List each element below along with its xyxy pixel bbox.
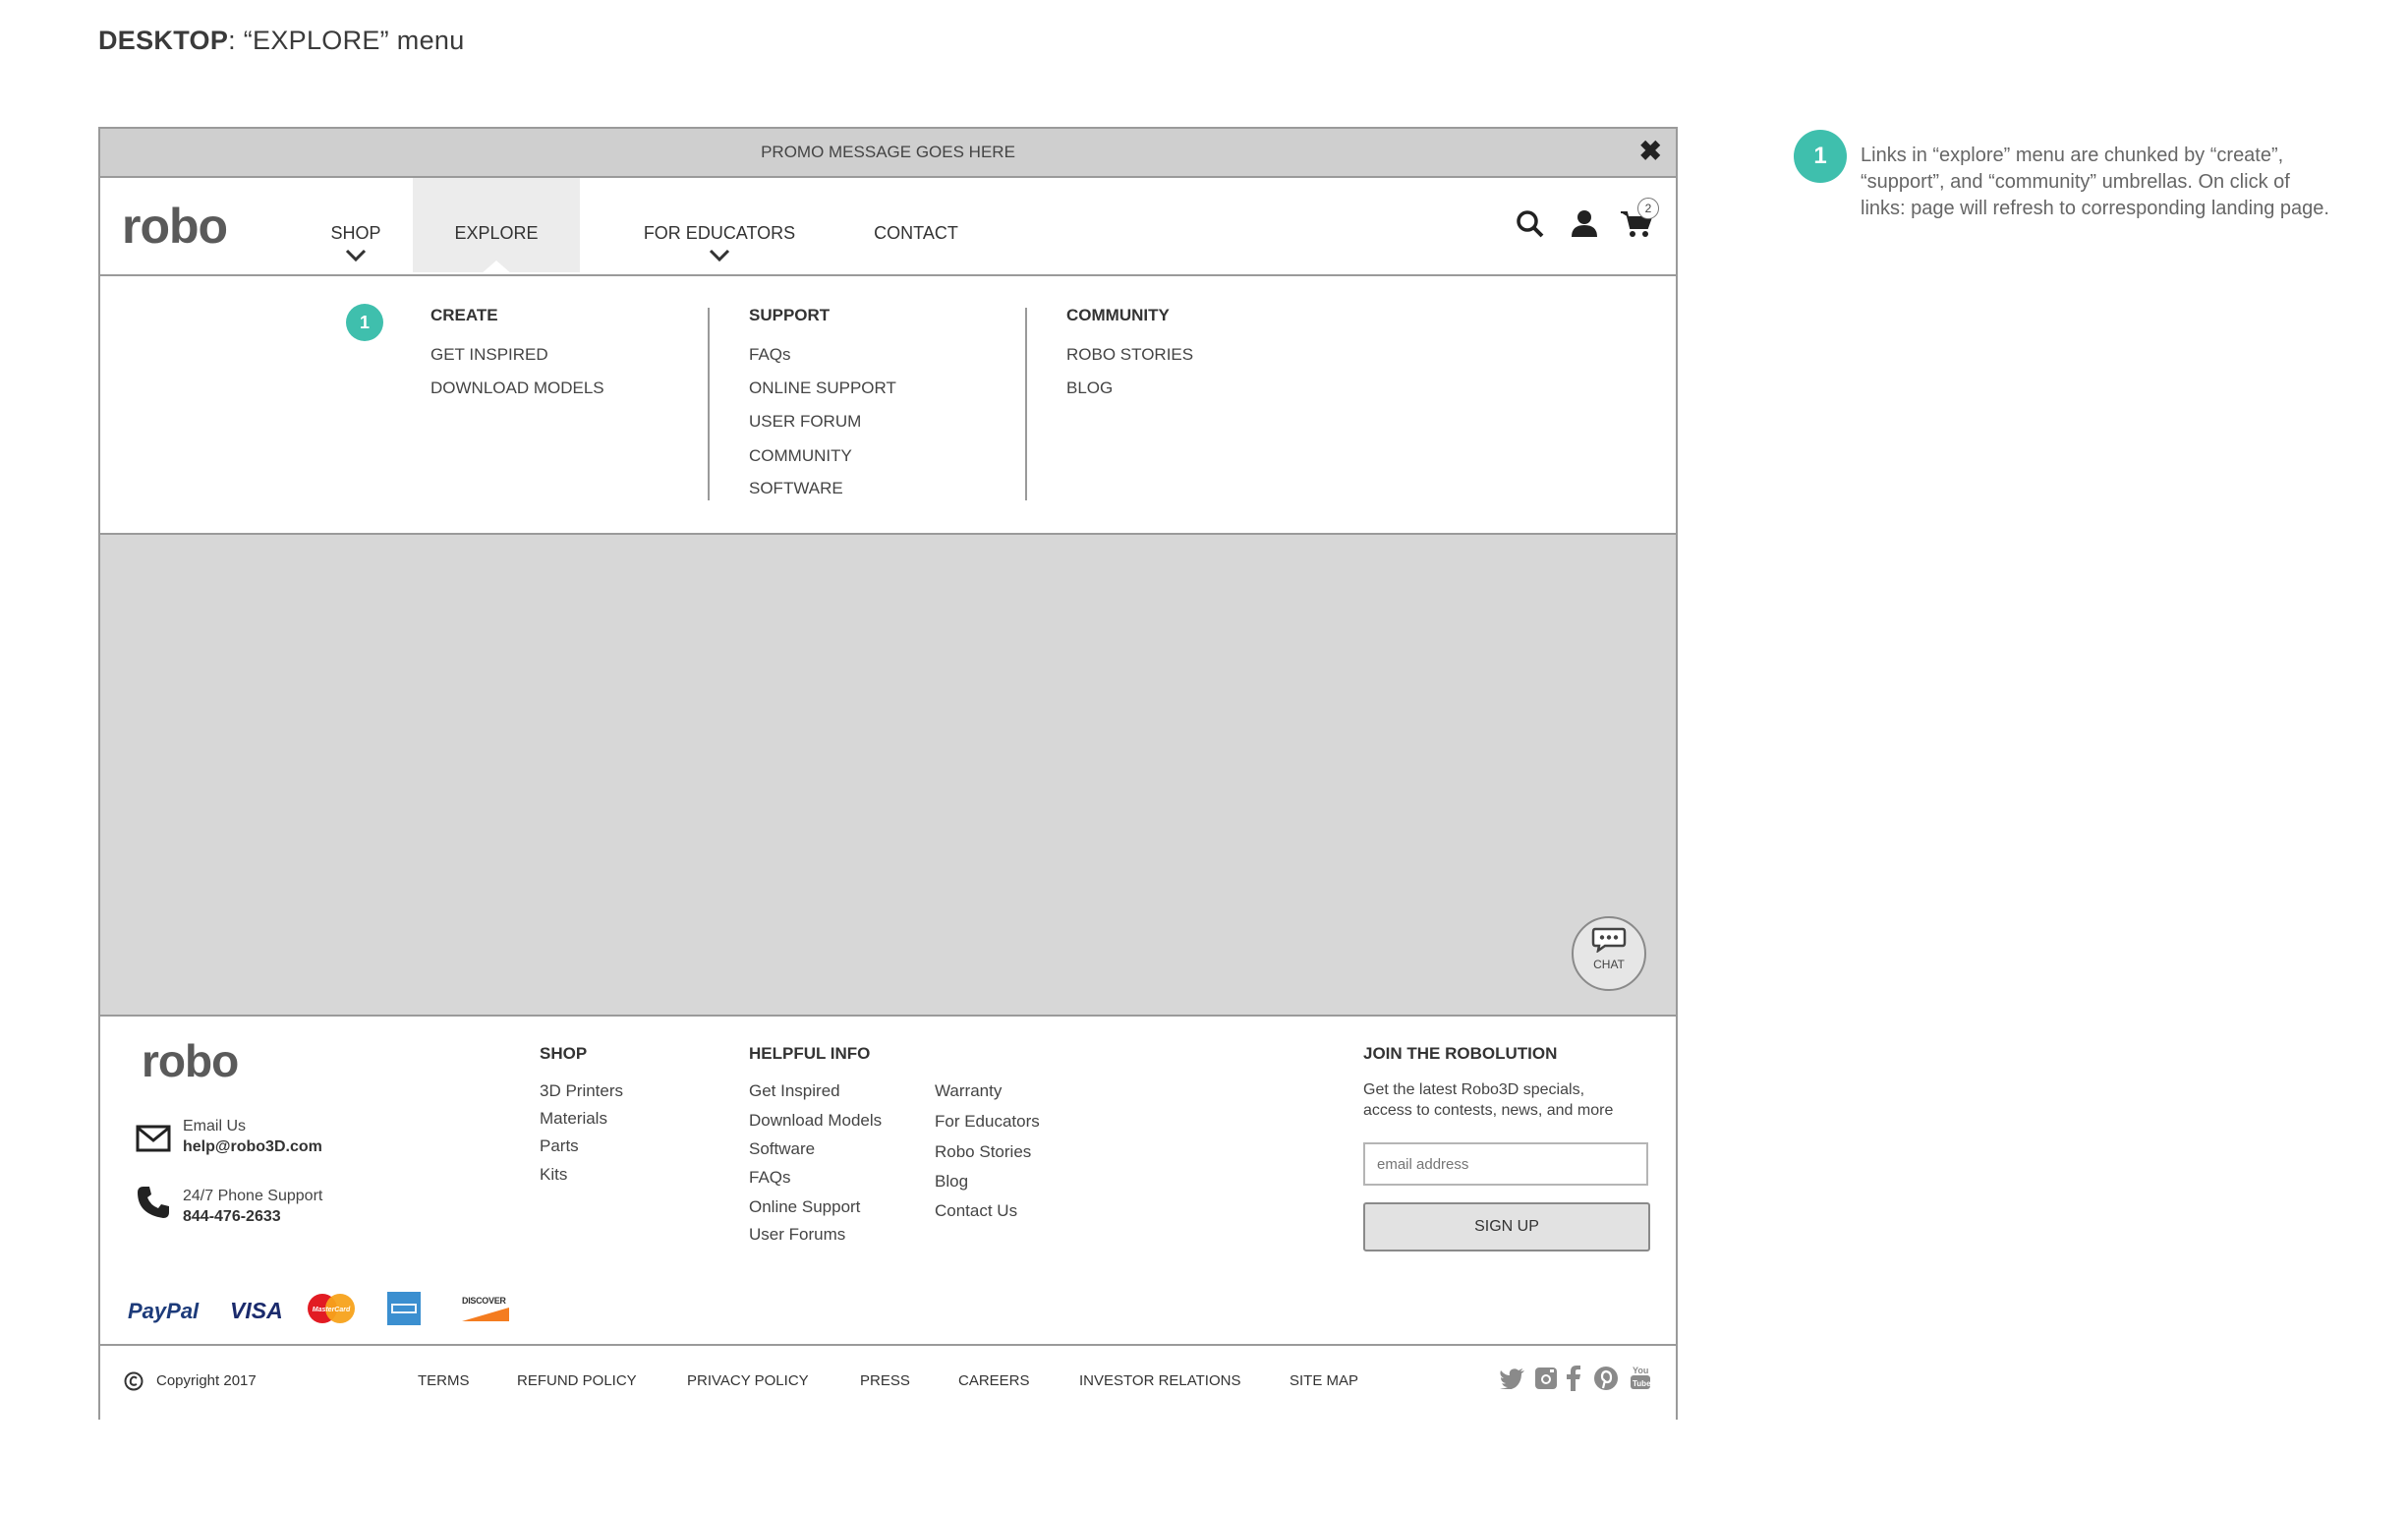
footer-link-kits[interactable]: Kits xyxy=(540,1165,567,1185)
close-icon[interactable]: ✖ xyxy=(1639,137,1662,166)
visa-logo: VISA xyxy=(230,1298,283,1323)
footer-heading-join: JOIN THE ROBOLUTION xyxy=(1363,1044,1558,1063)
youtube-icon[interactable]: You Tube xyxy=(1630,1364,1651,1396)
newsletter-email-input[interactable] xyxy=(1363,1142,1648,1186)
svg-text:You: You xyxy=(1633,1366,1648,1375)
menu-link-robo-stories[interactable]: ROBO STORIES xyxy=(1066,345,1193,365)
user-icon[interactable] xyxy=(1571,208,1598,243)
mail-icon xyxy=(136,1125,171,1157)
signup-button[interactable]: SIGN UP xyxy=(1363,1202,1650,1251)
footer-link-for-educators[interactable]: For Educators xyxy=(935,1112,1040,1132)
nav-shop[interactable]: SHOP xyxy=(302,178,410,272)
footer-link-faqs[interactable]: FAQs xyxy=(749,1168,791,1188)
chevron-down-icon xyxy=(302,247,410,267)
nav-explore-label: EXPLORE xyxy=(454,223,539,243)
menu-link-software[interactable]: SOFTWARE xyxy=(749,479,843,498)
wireframe-frame: PROMO MESSAGE GOES HERE ✖ robo SHOP EXPL… xyxy=(98,127,1678,1420)
copyright-text: Copyright 2017 xyxy=(156,1372,257,1389)
footer-link-3d-printers[interactable]: 3D Printers xyxy=(540,1081,623,1101)
promo-bar: PROMO MESSAGE GOES HERE ✖ xyxy=(100,129,1676,178)
mastercard-logo: MasterCard xyxy=(306,1293,357,1324)
bottom-link-privacy-policy[interactable]: PRIVACY POLICY xyxy=(687,1372,809,1389)
bottom-link-terms[interactable]: TERMS xyxy=(418,1372,470,1389)
logo[interactable]: robo xyxy=(122,198,228,255)
nav-contact[interactable]: CONTACT xyxy=(852,178,980,272)
phone-link[interactable]: 844-476-2633 xyxy=(183,1208,281,1226)
site-header: robo SHOP EXPLORE FOR EDUCATORS CONTACT xyxy=(100,178,1676,276)
email-link[interactable]: help@robo3D.com xyxy=(183,1138,322,1156)
footer-logo[interactable]: robo xyxy=(142,1034,239,1087)
menu-heading-create: CREATE xyxy=(430,306,498,324)
menu-link-blog[interactable]: BLOG xyxy=(1066,378,1113,398)
join-text-line2: access to contests, news, and more xyxy=(1363,1102,1614,1119)
mastercard-text: MasterCard xyxy=(313,1307,351,1313)
paypal-logo: PayPal xyxy=(128,1299,200,1323)
bottom-link-press[interactable]: PRESS xyxy=(860,1372,910,1389)
menu-link-faqs[interactable]: FAQs xyxy=(749,345,791,365)
footer-link-software[interactable]: Software xyxy=(749,1139,815,1159)
footer-link-download-models[interactable]: Download Models xyxy=(749,1111,882,1131)
menu-link-user-forum[interactable]: USER FORUM xyxy=(749,412,861,432)
menu-link-community[interactable]: COMMUNITY xyxy=(749,446,852,466)
nav-shop-label: SHOP xyxy=(330,223,381,243)
bottom-link-site-map[interactable]: SITE MAP xyxy=(1290,1372,1358,1389)
discover-text: DISCOVER xyxy=(462,1296,506,1306)
menu-link-online-support[interactable]: ONLINE SUPPORT xyxy=(749,378,896,398)
menu-link-get-inspired[interactable]: GET INSPIRED xyxy=(430,345,548,365)
bottom-link-refund-policy[interactable]: REFUND POLICY xyxy=(517,1372,637,1389)
footer-link-contact-us[interactable]: Contact Us xyxy=(935,1201,1017,1221)
bottom-link-careers[interactable]: CAREERS xyxy=(958,1372,1030,1389)
search-icon[interactable] xyxy=(1516,209,1545,244)
explore-mega-menu: 1 CREATE GET INSPIRED DOWNLOAD MODELS SU… xyxy=(100,276,1676,535)
instagram-icon[interactable] xyxy=(1534,1367,1558,1395)
annotation-note-text: Links in “explore” menu are chunked by “… xyxy=(1861,145,2329,219)
annotation-badge: 1 xyxy=(346,304,383,341)
svg-text:Tube: Tube xyxy=(1633,1379,1651,1388)
hero-placeholder: CHAT xyxy=(100,535,1676,1017)
nav-explore[interactable]: EXPLORE xyxy=(413,178,580,274)
cart-count-badge: 2 xyxy=(1637,198,1659,219)
chat-button[interactable]: CHAT xyxy=(1572,916,1646,991)
footer-link-robo-stories[interactable]: Robo Stories xyxy=(935,1142,1031,1162)
copyright-icon xyxy=(124,1371,143,1396)
chat-bubble-icon xyxy=(1574,927,1644,958)
menu-heading-support: SUPPORT xyxy=(749,306,831,324)
site-footer: robo Email Us help@robo3D.com 24/7 Phone… xyxy=(100,1017,1676,1420)
footer-link-get-inspired[interactable]: Get Inspired xyxy=(749,1081,840,1101)
column-divider xyxy=(708,308,710,500)
email-label: Email Us xyxy=(183,1118,247,1135)
footer-link-materials[interactable]: Materials xyxy=(540,1109,607,1129)
footer-link-blog[interactable]: Blog xyxy=(935,1172,968,1192)
menu-heading-community: COMMUNITY xyxy=(1066,306,1170,324)
menu-link-download-models[interactable]: DOWNLOAD MODELS xyxy=(430,378,604,398)
chat-label: CHAT xyxy=(1593,958,1625,971)
twitter-icon[interactable] xyxy=(1500,1368,1525,1394)
join-text-line1: Get the latest Robo3D specials, xyxy=(1363,1081,1585,1098)
dropdown-caret xyxy=(481,261,512,274)
chevron-down-icon xyxy=(616,247,823,267)
phone-label: 24/7 Phone Support xyxy=(183,1188,323,1204)
phone-icon xyxy=(136,1185,171,1225)
page-title: DESKTOP: “EXPLORE” menu xyxy=(98,26,465,55)
facebook-icon[interactable] xyxy=(1566,1366,1581,1396)
nav-for-educators-label: FOR EDUCATORS xyxy=(643,223,796,243)
nav-contact-label: CONTACT xyxy=(874,223,958,243)
footer-link-parts[interactable]: Parts xyxy=(540,1136,579,1156)
column-divider xyxy=(1025,308,1027,500)
footer-divider xyxy=(100,1344,1676,1346)
discover-logo: DISCOVER xyxy=(462,1296,509,1321)
footer-heading-shop: SHOP xyxy=(540,1044,588,1063)
amex-logo xyxy=(387,1292,421,1325)
annotation-note-badge: 1 xyxy=(1794,130,1847,183)
pinterest-icon[interactable] xyxy=(1593,1366,1619,1396)
promo-message: PROMO MESSAGE GOES HERE xyxy=(761,143,1015,161)
bottom-link-investor-relations[interactable]: INVESTOR RELATIONS xyxy=(1079,1372,1240,1389)
footer-link-user-forums[interactable]: User Forums xyxy=(749,1225,845,1245)
footer-heading-helpful-info: HELPFUL INFO xyxy=(749,1044,871,1063)
footer-link-warranty[interactable]: Warranty xyxy=(935,1081,1002,1101)
footer-link-online-support[interactable]: Online Support xyxy=(749,1197,860,1217)
nav-for-educators[interactable]: FOR EDUCATORS xyxy=(616,178,823,272)
